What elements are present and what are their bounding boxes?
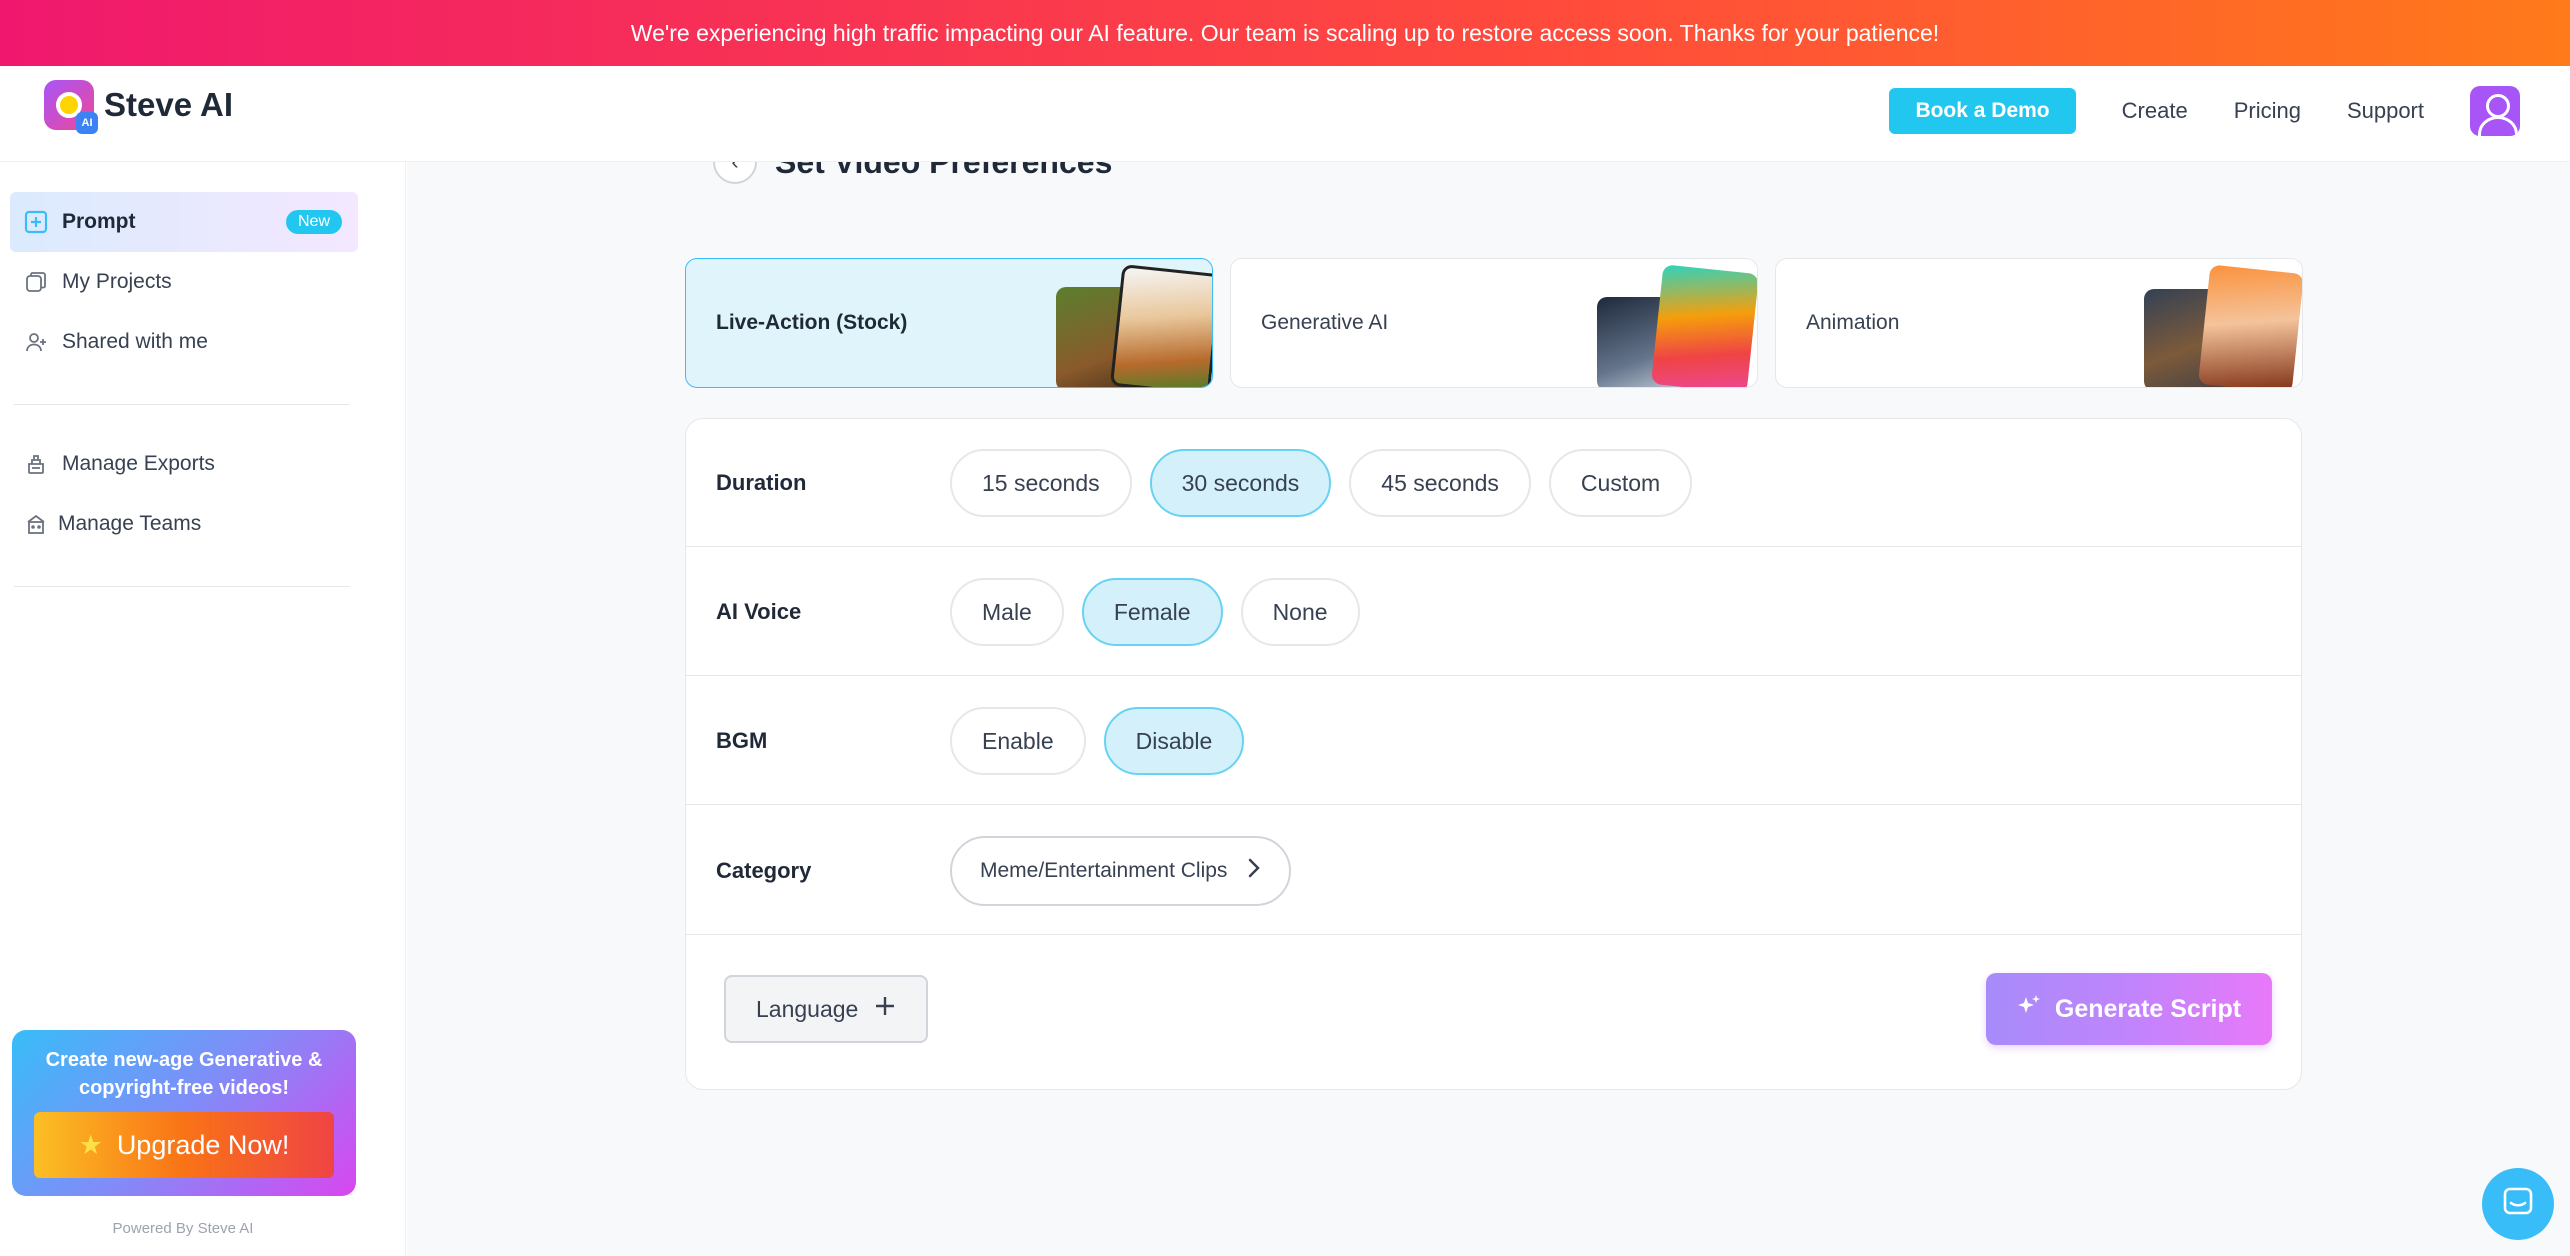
- duration-row: Duration 15 seconds 30 seconds 45 second…: [686, 419, 2301, 547]
- duration-option-45[interactable]: 45 seconds: [1349, 449, 1531, 517]
- plus-square-icon: [24, 210, 48, 234]
- ai-voice-label: AI Voice: [716, 599, 802, 624]
- video-type-generative-ai[interactable]: Generative AI: [1230, 258, 1758, 388]
- logo[interactable]: AI Steve AI: [44, 80, 234, 134]
- sidebar-item-label: Prompt: [62, 210, 136, 233]
- top-navbar: AI Steve AI Book a Demo Create Pricing S…: [0, 66, 2570, 162]
- nav-pricing[interactable]: Pricing: [2234, 98, 2301, 124]
- sidebar-item-label: Manage Exports: [62, 452, 215, 475]
- category-row: Category Meme/Entertainment Clips: [686, 807, 2301, 935]
- video-type-label: Generative AI: [1261, 311, 1389, 334]
- sidebar-item-shared[interactable]: Shared with me: [10, 312, 358, 372]
- animation-thumbnail: [2197, 264, 2302, 387]
- chat-widget-button[interactable]: [2482, 1168, 2554, 1240]
- video-type-live-action[interactable]: Live-Action (Stock): [685, 258, 1213, 388]
- sidebar-item-label: My Projects: [62, 270, 172, 293]
- duration-options: 15 seconds 30 seconds 45 seconds Custom: [950, 419, 1693, 547]
- banner-text: We're experiencing high traffic impactin…: [630, 19, 1940, 46]
- bgm-label: BGM: [716, 728, 768, 753]
- promo-text: Create new-age Generative & copyright-fr…: [45, 1049, 323, 1099]
- chevron-left-icon: ‹: [731, 162, 738, 175]
- preferences-panel: Duration 15 seconds 30 seconds 45 second…: [685, 418, 2302, 1090]
- user-avatar-icon[interactable]: [2470, 86, 2520, 136]
- team-icon: [24, 512, 48, 536]
- category-label: Category: [716, 858, 812, 883]
- projects-icon: [24, 270, 48, 294]
- category-select-button[interactable]: Meme/Entertainment Clips: [950, 836, 1292, 906]
- ai-voice-options: Male Female None: [950, 548, 1360, 676]
- upgrade-promo-card: Create new-age Generative & copyright-fr…: [12, 1030, 356, 1196]
- language-button[interactable]: Language: [724, 975, 929, 1043]
- bgm-row: BGM Enable Disable: [686, 677, 2301, 805]
- page-title: Set Video Preferences: [775, 162, 1112, 181]
- page-heading: ‹ Set Video Preferences: [713, 162, 1112, 184]
- bgm-options: Enable Disable: [950, 677, 1245, 805]
- user-share-icon: [24, 330, 48, 354]
- duration-option-15[interactable]: 15 seconds: [950, 449, 1132, 517]
- chat-icon: [2501, 1185, 2535, 1224]
- sidebar-divider: [14, 586, 350, 587]
- sidebar: Prompt New My Projects Shared with me Ma…: [0, 162, 406, 1256]
- sidebar-item-manage-teams[interactable]: Manage Teams: [10, 494, 358, 554]
- ai-voice-row: AI Voice Male Female None: [686, 548, 2301, 676]
- generate-script-button[interactable]: Generate Script: [1986, 973, 2272, 1045]
- top-nav: Book a Demo Create Pricing Support: [1889, 86, 2520, 136]
- chevron-right-icon: [1247, 857, 1261, 885]
- sidebar-item-my-projects[interactable]: My Projects: [10, 252, 358, 312]
- main-content: ‹ Set Video Preferences Live-Action (Sto…: [407, 162, 2570, 1256]
- plus-icon: [874, 995, 896, 1023]
- category-value: Meme/Entertainment Clips: [980, 859, 1228, 882]
- sidebar-divider: [14, 404, 350, 405]
- generative-ai-thumbnail: [1650, 264, 1757, 387]
- export-icon: [24, 452, 48, 476]
- duration-option-30[interactable]: 30 seconds: [1149, 449, 1332, 517]
- language-label: Language: [756, 995, 859, 1022]
- back-button[interactable]: ‹: [713, 162, 757, 184]
- upgrade-now-button[interactable]: ★ Upgrade Now!: [34, 1112, 334, 1178]
- powered-by-text: Powered By Steve AI: [112, 1220, 254, 1237]
- video-type-animation[interactable]: Animation: [1775, 258, 2303, 388]
- logo-icon: AI: [44, 80, 98, 134]
- sparkle-icon: [2017, 993, 2043, 1026]
- sidebar-item-prompt[interactable]: Prompt New: [10, 192, 358, 252]
- voice-option-none[interactable]: None: [1240, 578, 1360, 646]
- logo-badge: AI: [76, 112, 98, 134]
- sidebar-item-label: Manage Teams: [58, 512, 202, 535]
- upgrade-now-label: Upgrade Now!: [116, 1129, 290, 1160]
- bgm-option-disable[interactable]: Disable: [1103, 707, 1245, 775]
- generate-script-label: Generate Script: [2054, 994, 2242, 1023]
- new-badge: New: [285, 210, 342, 234]
- live-action-thumbnail: [1109, 264, 1212, 387]
- logo-text: Steve AI: [104, 86, 234, 123]
- nav-create[interactable]: Create: [2122, 98, 2188, 124]
- video-type-label: Animation: [1806, 311, 1900, 334]
- bgm-option-enable[interactable]: Enable: [950, 707, 1086, 775]
- duration-option-custom[interactable]: Custom: [1548, 449, 1693, 517]
- voice-option-female[interactable]: Female: [1081, 578, 1223, 646]
- sidebar-item-label: Shared with me: [62, 330, 208, 353]
- book-demo-button[interactable]: Book a Demo: [1889, 88, 2076, 134]
- traffic-banner: We're experiencing high traffic impactin…: [0, 0, 2570, 66]
- sidebar-item-manage-exports[interactable]: Manage Exports: [10, 434, 358, 494]
- duration-label: Duration: [716, 470, 807, 495]
- video-type-label: Live-Action (Stock): [716, 311, 908, 334]
- voice-option-male[interactable]: Male: [950, 578, 1064, 646]
- star-icon: ★: [78, 1129, 103, 1160]
- nav-support[interactable]: Support: [2347, 98, 2424, 124]
- category-selector: Meme/Entertainment Clips: [950, 807, 1292, 935]
